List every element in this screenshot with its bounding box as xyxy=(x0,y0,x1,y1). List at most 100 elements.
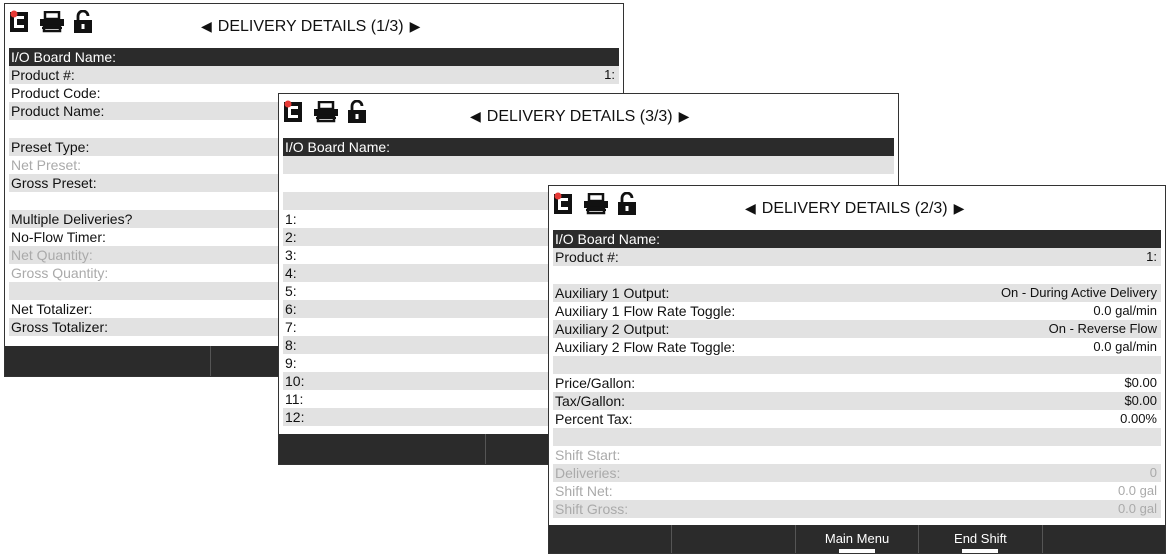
detail-rows: I/O Board Name: Product #: 1: Auxiliary 1 O… xyxy=(553,230,1161,518)
detail-row: I/O Board Name: xyxy=(9,48,619,66)
next-page-arrow[interactable]: ▶ xyxy=(954,200,965,216)
row-label: 4: xyxy=(285,265,297,281)
row-value: 0.0 gal xyxy=(1117,501,1157,516)
detail-row: Tax/Gallon: $0.00 xyxy=(553,392,1161,410)
row-label: 10: xyxy=(285,373,305,389)
softkey-label xyxy=(1043,525,1165,531)
row-label: Product #: xyxy=(11,67,75,83)
softkey-button[interactable]: Main Menu xyxy=(796,525,920,553)
row-value: 0 xyxy=(1149,465,1157,480)
row-value: On - Reverse Flow xyxy=(1048,321,1157,336)
next-page-arrow[interactable]: ▶ xyxy=(679,108,690,124)
row-label: 3: xyxy=(285,247,297,263)
row-label: Price/Gallon: xyxy=(555,375,636,391)
screen-title: ◀ DELIVERY DETAILS (3/3) ▶ xyxy=(464,94,695,138)
row-label: Shift Net: xyxy=(555,483,613,499)
detail-row: Auxiliary 2 Output: On - Reverse Flow xyxy=(553,320,1161,338)
logo-icon xyxy=(553,192,575,216)
detail-row: Percent Tax: 0.00% xyxy=(553,410,1161,428)
printer-icon[interactable] xyxy=(39,11,65,33)
detail-row: Deliveries: 0 xyxy=(553,464,1161,482)
softkey-label xyxy=(672,525,794,531)
softkey-button[interactable] xyxy=(549,525,673,553)
detail-row: I/O Board Name: xyxy=(553,230,1161,248)
screen-title: ◀ DELIVERY DETAILS (1/3) ▶ xyxy=(195,4,426,48)
detail-row: Shift Gross: 0.0 gal xyxy=(553,500,1161,518)
row-label: 7: xyxy=(285,319,297,335)
delivery-details-screen-2: ◀ DELIVERY DETAILS (2/3) ▶ I/O Board Name:… xyxy=(548,185,1166,554)
prev-page-arrow[interactable]: ◀ xyxy=(745,200,756,216)
logo-icon xyxy=(283,100,305,124)
detail-row: Price/Gallon: $0.00 xyxy=(553,374,1161,392)
softkey-button[interactable] xyxy=(279,434,486,464)
detail-row xyxy=(553,356,1161,374)
row-label: Product Name: xyxy=(11,103,105,119)
softkey-indicator xyxy=(962,549,999,553)
row-label: Auxiliary 1 Flow Rate Toggle: xyxy=(555,303,736,319)
row-label: Tax/Gallon: xyxy=(555,393,626,409)
softkey-indicator xyxy=(839,549,876,553)
detail-row: Auxiliary 1 Flow Rate Toggle: 0.0 gal/min xyxy=(553,302,1161,320)
softkey-button[interactable] xyxy=(1043,525,1165,553)
softkey-bar: Main Menu End Shift xyxy=(549,525,1165,553)
detail-row: Product #: 1: xyxy=(553,248,1161,266)
next-page-arrow[interactable]: ▶ xyxy=(410,18,421,34)
detail-row: Shift Start: xyxy=(553,446,1161,464)
detail-row: Auxiliary 2 Flow Rate Toggle: 0.0 gal/min xyxy=(553,338,1161,356)
row-label: Net Preset: xyxy=(11,157,82,173)
unlock-icon[interactable] xyxy=(617,192,637,216)
printer-icon[interactable] xyxy=(583,193,609,215)
logo-icon xyxy=(9,10,31,34)
row-label: 12: xyxy=(285,409,305,425)
unlock-icon[interactable] xyxy=(73,10,93,34)
softkey-button[interactable] xyxy=(5,346,212,376)
prev-page-arrow[interactable]: ◀ xyxy=(201,18,212,34)
screen-header: ◀ DELIVERY DETAILS (2/3) ▶ xyxy=(549,186,1165,230)
row-label: Percent Tax: xyxy=(555,411,633,427)
detail-row xyxy=(553,266,1161,284)
row-label: Auxiliary 1 Output: xyxy=(555,285,670,301)
row-label: Net Totalizer: xyxy=(11,301,93,317)
row-label: Gross Preset: xyxy=(11,175,97,191)
row-label: Net Quantity: xyxy=(11,247,93,263)
row-label: Multiple Deliveries? xyxy=(11,211,133,227)
row-label: 1: xyxy=(285,211,297,227)
row-label: 2: xyxy=(285,229,297,245)
row-label: Gross Totalizer: xyxy=(11,319,108,335)
row-value: $0.00 xyxy=(1124,393,1157,408)
title-text: DELIVERY DETAILS (2/3) xyxy=(761,200,948,217)
row-value: $0.00 xyxy=(1124,375,1157,390)
row-label: 9: xyxy=(285,355,297,371)
softkey-label xyxy=(279,434,485,440)
softkey-button[interactable] xyxy=(672,525,796,553)
detail-row xyxy=(283,156,894,174)
title-text: DELIVERY DETAILS (3/3) xyxy=(486,108,673,125)
row-value: 0.0 gal xyxy=(1117,483,1157,498)
row-value: On - During Active Delivery xyxy=(1000,285,1157,300)
softkey-button[interactable]: End Shift xyxy=(919,525,1043,553)
detail-row: Shift Net: 0.0 gal xyxy=(553,482,1161,500)
row-value: 1: xyxy=(1146,249,1157,264)
softkey-label xyxy=(549,525,671,531)
prev-page-arrow[interactable]: ◀ xyxy=(470,108,481,124)
printer-icon[interactable] xyxy=(313,101,339,123)
row-label: Auxiliary 2 Flow Rate Toggle: xyxy=(555,339,736,355)
row-value: 1: xyxy=(604,67,615,82)
title-text: DELIVERY DETAILS (1/3) xyxy=(217,18,404,35)
row-label: 11: xyxy=(285,391,304,407)
row-value: 0.0 gal/min xyxy=(1093,339,1157,354)
row-value: 0.0 gal/min xyxy=(1093,303,1157,318)
softkey-label: End Shift xyxy=(954,531,1007,546)
softkey-label xyxy=(5,346,210,352)
unlock-icon[interactable] xyxy=(347,100,367,124)
detail-row: I/O Board Name: xyxy=(283,138,894,156)
screen-header: ◀ DELIVERY DETAILS (3/3) ▶ xyxy=(279,94,898,138)
row-label: 6: xyxy=(285,301,297,317)
row-label: Product #: xyxy=(555,249,619,265)
detail-row xyxy=(553,428,1161,446)
row-label: Deliveries: xyxy=(555,465,621,481)
screen-header: ◀ DELIVERY DETAILS (1/3) ▶ xyxy=(5,4,623,48)
row-label: I/O Board Name: xyxy=(11,49,117,65)
detail-row: Auxiliary 1 Output: On - During Active De… xyxy=(553,284,1161,302)
row-label: Gross Quantity: xyxy=(11,265,109,281)
